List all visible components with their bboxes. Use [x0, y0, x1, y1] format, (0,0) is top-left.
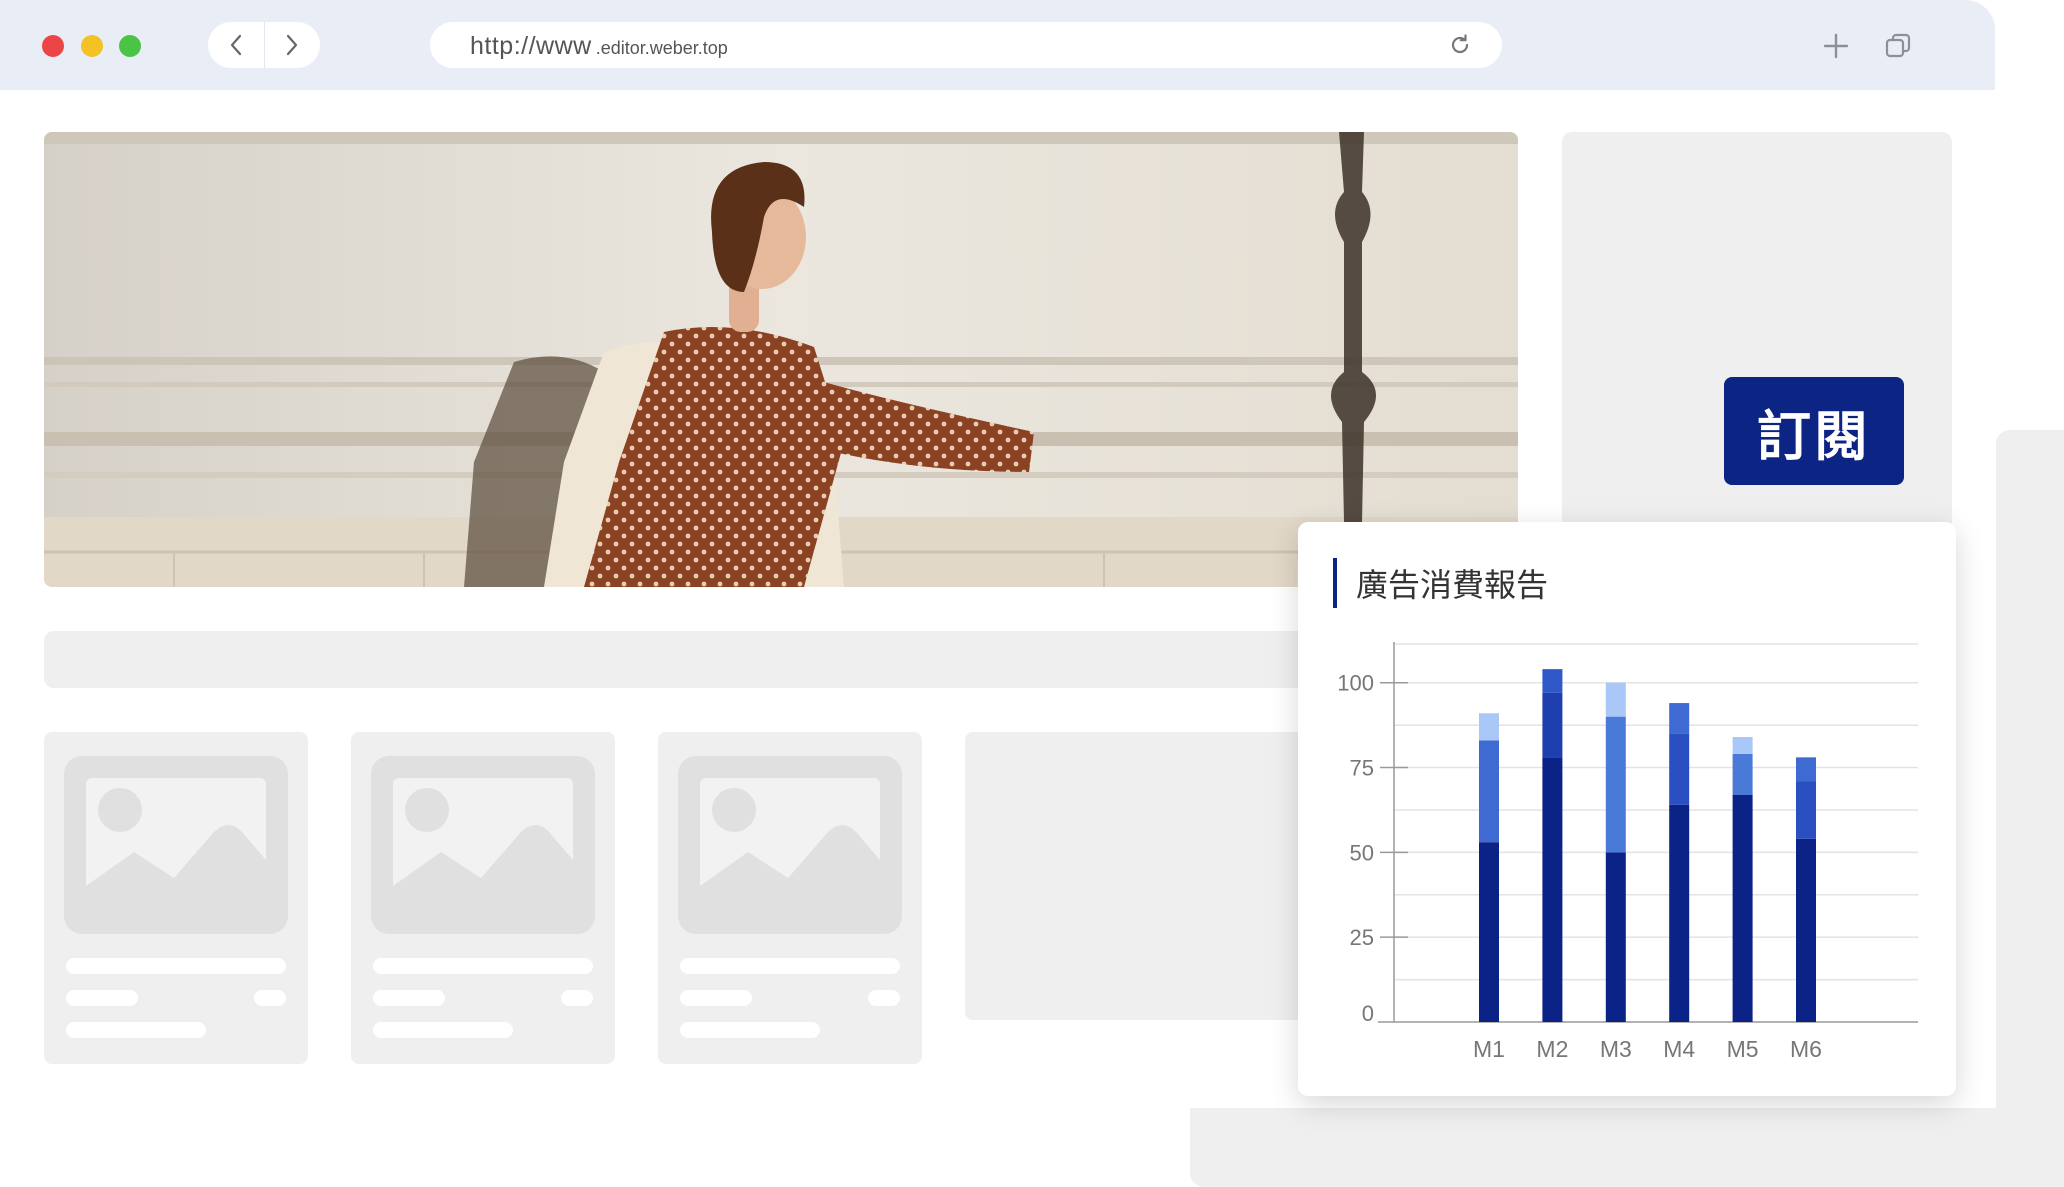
y-tick-label: 50 — [1350, 840, 1374, 865]
bar-segment — [1669, 733, 1690, 805]
bar-segment — [1732, 794, 1753, 1022]
x-tick-label: M1 — [1473, 1036, 1505, 1062]
background-panel-bottom — [1190, 1108, 2064, 1187]
bar-segment — [1669, 804, 1690, 1022]
x-tick-label: M2 — [1536, 1036, 1568, 1062]
subscribe-button[interactable]: 訂閱 — [1724, 377, 1904, 485]
image-placeholder — [64, 756, 288, 934]
x-tick-label: M6 — [1790, 1036, 1822, 1062]
navigation-buttons — [208, 22, 320, 68]
image-icon — [700, 778, 880, 912]
url-protocol: http://www — [470, 32, 592, 60]
bar-segment — [1796, 838, 1816, 1022]
close-window-button[interactable] — [42, 35, 64, 57]
x-tick-label: M5 — [1727, 1036, 1759, 1062]
bar-segment — [1479, 713, 1499, 741]
bar-segment — [1479, 842, 1499, 1022]
image-icon — [86, 778, 266, 912]
text-placeholder — [373, 1022, 513, 1038]
text-placeholder — [680, 1022, 820, 1038]
content-card[interactable] — [658, 732, 922, 1064]
hero-photo — [44, 132, 1518, 587]
y-tick-label: 25 — [1350, 925, 1374, 950]
placeholder-bar — [44, 631, 1344, 688]
bar-segment — [1605, 716, 1626, 853]
chevron-left-icon — [230, 34, 242, 56]
content-card[interactable] — [965, 732, 1305, 1020]
url-text: http://www .editor.weber.top — [470, 32, 728, 61]
content-card[interactable] — [351, 732, 615, 1064]
bar-segment — [1796, 781, 1816, 839]
text-placeholder — [868, 990, 900, 1006]
minimize-window-button[interactable] — [81, 35, 103, 57]
bar-chart: 0 25 50 75 100 M1 M2 M3 M4 M5 M6 — [1337, 642, 1918, 1062]
bar-segment — [1669, 703, 1690, 734]
browser-toolbar: http://www .editor.weber.top — [0, 0, 1995, 90]
bar-segment — [1605, 682, 1626, 717]
x-tick-label: M4 — [1663, 1036, 1695, 1062]
bar-segment — [1542, 692, 1563, 758]
y-tick-label: 0 — [1362, 1001, 1374, 1026]
text-placeholder — [561, 990, 593, 1006]
background-panel-right — [1996, 430, 2064, 1187]
text-placeholder — [680, 990, 752, 1006]
back-button[interactable] — [208, 22, 265, 68]
hero-image — [44, 132, 1518, 587]
text-placeholder — [373, 990, 445, 1006]
ad-spend-report-card: 廣告消費報告 0 25 50 75 100 M1 M2 M3 M4 M5 M6 — [1298, 522, 1956, 1096]
x-tick-label: M3 — [1600, 1036, 1632, 1062]
bar-segment — [1542, 669, 1563, 693]
tabs-overview-icon[interactable] — [1884, 32, 1912, 60]
content-card[interactable] — [44, 732, 308, 1064]
image-placeholder — [678, 756, 902, 934]
text-placeholder — [66, 990, 138, 1006]
maximize-window-button[interactable] — [119, 35, 141, 57]
bar-segment — [1479, 740, 1499, 843]
chevron-right-icon — [286, 34, 298, 56]
bar-segment — [1605, 852, 1626, 1022]
image-icon — [393, 778, 573, 912]
text-placeholder — [66, 1022, 206, 1038]
text-placeholder — [66, 958, 286, 974]
new-tab-icon[interactable] — [1822, 32, 1850, 60]
bar-segment — [1732, 737, 1753, 754]
image-placeholder — [371, 756, 595, 934]
y-tick-label: 100 — [1337, 671, 1374, 696]
text-placeholder — [680, 958, 900, 974]
forward-button[interactable] — [264, 22, 320, 68]
url-domain: .editor.weber.top — [595, 38, 728, 58]
text-placeholder — [373, 958, 593, 974]
y-tick-label: 75 — [1350, 756, 1374, 781]
address-bar[interactable]: http://www .editor.weber.top — [430, 22, 1502, 68]
bar-segment — [1732, 753, 1753, 795]
bar-segment — [1796, 757, 1816, 782]
bar-segment — [1542, 757, 1563, 1022]
text-placeholder — [254, 990, 286, 1006]
reload-icon[interactable] — [1448, 33, 1472, 57]
